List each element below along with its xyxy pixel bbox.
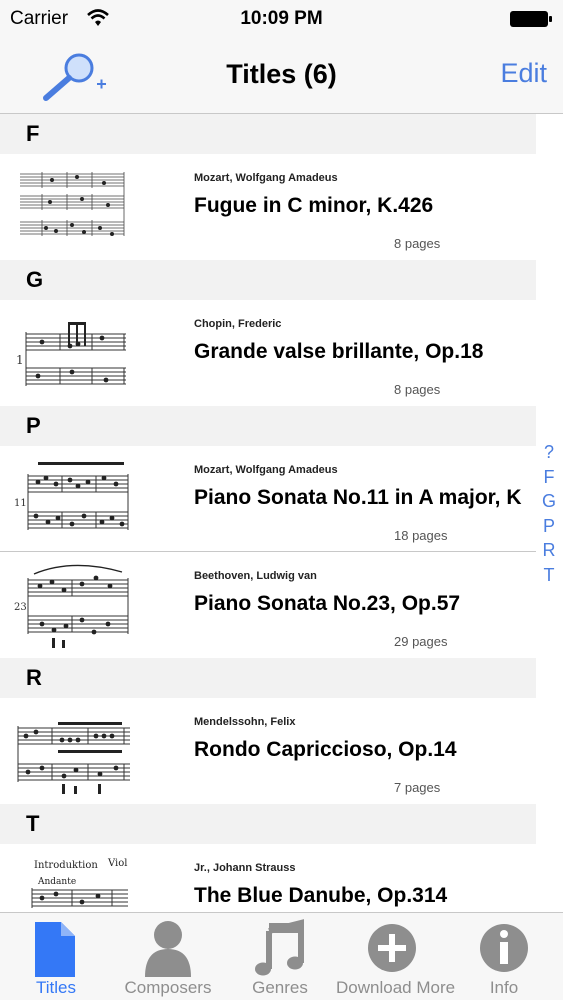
score-thumbnail: Introduktion Andante Viol [31, 858, 128, 908]
piece-title: Piano Sonata No.23, Op.57 [194, 592, 461, 615]
tab-label: Composers [124, 978, 212, 997]
piece-title: Piano Sonata No.11 in A major, K [194, 486, 522, 509]
section-header-p: P [0, 406, 536, 446]
navigation-bar: Titles (6) Edit [0, 38, 563, 114]
list-item[interactable]: Mendelssohn, Felix Rondo Capriccioso, Op… [0, 698, 536, 804]
piece-title: Fugue in C minor, K.426 [194, 194, 434, 217]
person-icon [145, 921, 191, 977]
tab-info[interactable]: Info [448, 913, 560, 1000]
list-item[interactable]: Introduktion Andante Viol Jr., Johann St… [0, 844, 536, 914]
tab-download-more[interactable]: Download More [336, 913, 456, 1000]
tab-titles[interactable]: Titles [0, 913, 112, 1000]
section-header-f: F [0, 114, 536, 154]
section-header-r: R [0, 658, 536, 698]
page-count: 8 pages [394, 236, 441, 251]
page-count: 29 pages [394, 634, 448, 649]
titles-list[interactable]: F Mozart, Wolfgang Amadeus Fugue in C mi… [0, 114, 563, 914]
score-thumbnail: 11 [14, 462, 129, 530]
page-count: 18 pages [394, 528, 448, 543]
svg-text:Andante: Andante [37, 877, 76, 887]
composer-name: Jr., Johann Strauss [194, 862, 296, 874]
page-count: 8 pages [394, 382, 441, 397]
composer-name: Beethoven, Ludwig van [194, 570, 317, 582]
section-index[interactable]: ? F G P R T [541, 440, 557, 587]
tab-bar: Titles Composers Genres Download More In… [0, 912, 563, 1000]
tab-genres[interactable]: Genres [224, 913, 336, 1000]
info-icon [480, 924, 528, 972]
svg-text:1: 1 [16, 353, 24, 367]
clock: 10:09 PM [240, 8, 323, 29]
piece-title: The Blue Danube, Op.314 [194, 884, 448, 907]
piece-title: Grande valse brillante, Op.18 [194, 340, 484, 363]
index-item-g[interactable]: G [541, 489, 557, 514]
index-item-f[interactable]: F [541, 465, 557, 490]
tab-composers[interactable]: Composers [112, 913, 224, 1000]
page-count: 7 pages [394, 780, 441, 795]
list-item[interactable]: 1 Chopin, Frederic Grande valse brillant… [0, 300, 536, 406]
composer-name: Mendelssohn, Felix [194, 716, 296, 728]
battery-icon [510, 11, 552, 27]
list-item[interactable]: Mozart, Wolfgang Amadeus Fugue in C mino… [0, 154, 536, 260]
page-title: Titles (6) [226, 59, 337, 89]
piece-title: Rondo Capriccioso, Op.14 [194, 738, 457, 761]
index-item-r[interactable]: R [541, 538, 557, 563]
svg-text:Introduktion: Introduktion [34, 860, 98, 871]
tab-label: Titles [36, 978, 76, 997]
score-thumbnail [20, 172, 125, 236]
tab-label: Info [489, 978, 519, 997]
section-header-t: T [0, 804, 536, 844]
index-item-t[interactable]: T [541, 563, 557, 588]
svg-text:23: 23 [14, 602, 27, 613]
music-note-icon [255, 919, 304, 976]
plus-circle-icon [368, 924, 416, 972]
composer-name: Chopin, Frederic [194, 318, 282, 330]
svg-text:11: 11 [14, 498, 27, 509]
score-thumbnail [17, 722, 130, 794]
index-item-p[interactable]: P [541, 514, 557, 539]
list-item[interactable]: 11 Mozart, Wolfgang Amadeus Piano Sonata… [0, 446, 536, 552]
composer-name: Mozart, Wolfgang Amadeus [194, 464, 338, 476]
tab-label: Download More [336, 978, 456, 997]
score-thumbnail: 23 [14, 564, 129, 648]
edit-button[interactable]: Edit [500, 58, 547, 89]
tab-label: Genres [252, 978, 308, 997]
index-item-question[interactable]: ? [541, 440, 557, 465]
status-bar: Carrier 10:09 PM [0, 0, 563, 38]
document-icon [35, 922, 75, 977]
score-thumbnail: 1 [16, 322, 126, 386]
composer-name: Mozart, Wolfgang Amadeus [194, 172, 338, 184]
list-item[interactable]: 23 Beethoven, Ludwig van Piano Sonata No… [0, 552, 536, 658]
svg-text:Viol: Viol [107, 858, 127, 869]
section-header-g: G [0, 260, 536, 300]
